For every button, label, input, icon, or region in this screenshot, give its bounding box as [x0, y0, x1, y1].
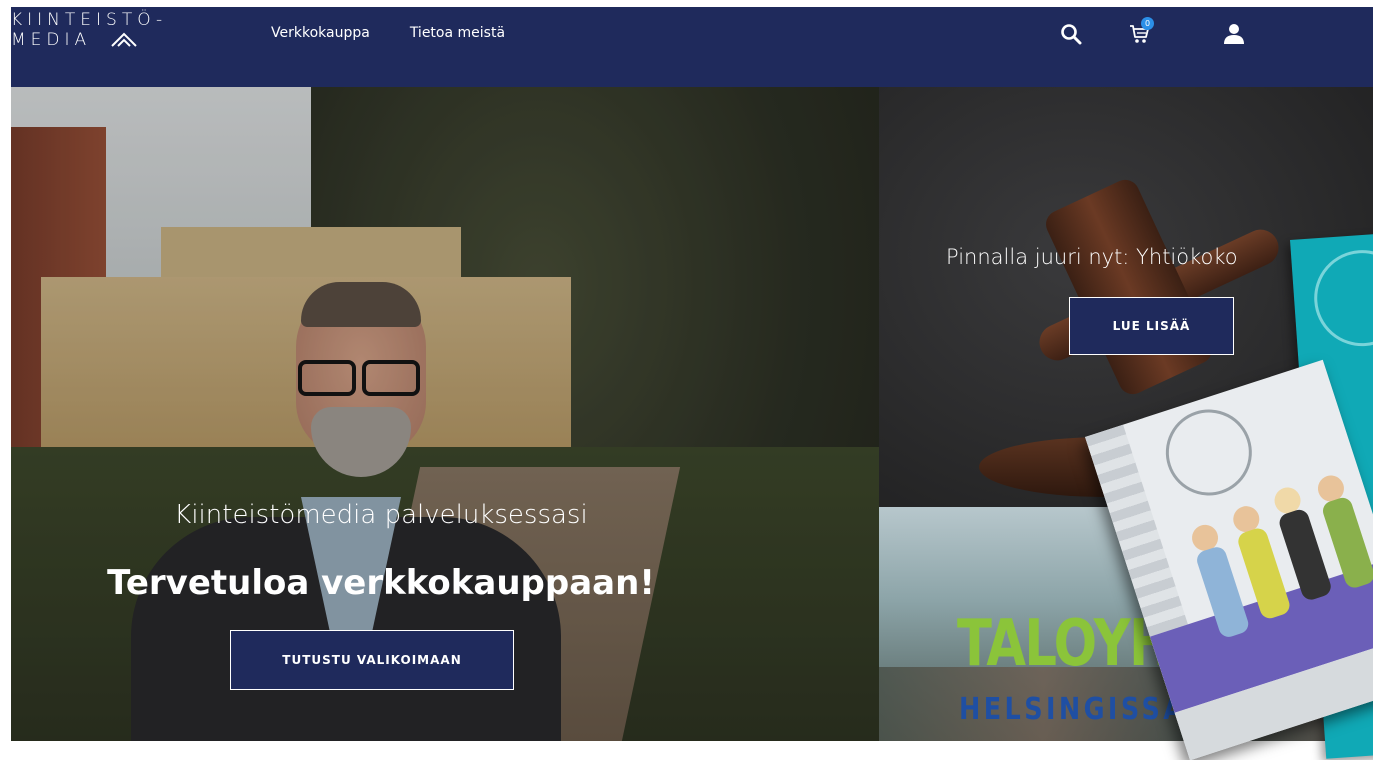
cart-button[interactable]: 0 — [1129, 17, 1155, 47]
promo-text: Pinnalla juuri nyt: Yhtiökoko — [946, 245, 1238, 269]
logo-line-2: MEDIA — [11, 30, 92, 50]
nav-item-tietoa-meista[interactable]: Tietoa meistä — [410, 23, 505, 43]
event-title: TALOYH — [957, 607, 1172, 681]
nav-item-verkkokauppa[interactable]: Verkkokauppa — [271, 23, 370, 43]
site-header: KIINTEISTÖ- MEDIA Verkkokauppa Tietoa me… — [11, 7, 1373, 87]
site-logo[interactable]: KIINTEISTÖ- MEDIA — [11, 9, 201, 53]
browse-products-button[interactable]: TUTUSTU VALIKOIMAAN — [230, 630, 514, 690]
search-icon[interactable] — [1060, 23, 1082, 45]
cart-count-badge: 0 — [1141, 17, 1154, 30]
hero-banner: Kiinteistömedia palveluksessasi Tervetul… — [11, 87, 879, 741]
hero-title: Tervetuloa verkkokauppaan! — [107, 563, 655, 603]
event-subtitle: HELSINGISSÄ — [959, 692, 1187, 727]
main-nav: Verkkokauppa Tietoa meistä — [271, 23, 505, 43]
user-icon[interactable] — [1223, 23, 1245, 45]
book-seal-icon — [1310, 246, 1373, 350]
book-seal-icon — [1154, 398, 1264, 507]
roof-logo-icon — [111, 32, 137, 47]
read-more-button[interactable]: LUE LISÄÄ — [1069, 297, 1234, 355]
hero-subtitle: Kiinteistömedia palveluksessasi — [174, 500, 588, 530]
logo-line-1: KIINTEISTÖ- — [11, 10, 168, 30]
